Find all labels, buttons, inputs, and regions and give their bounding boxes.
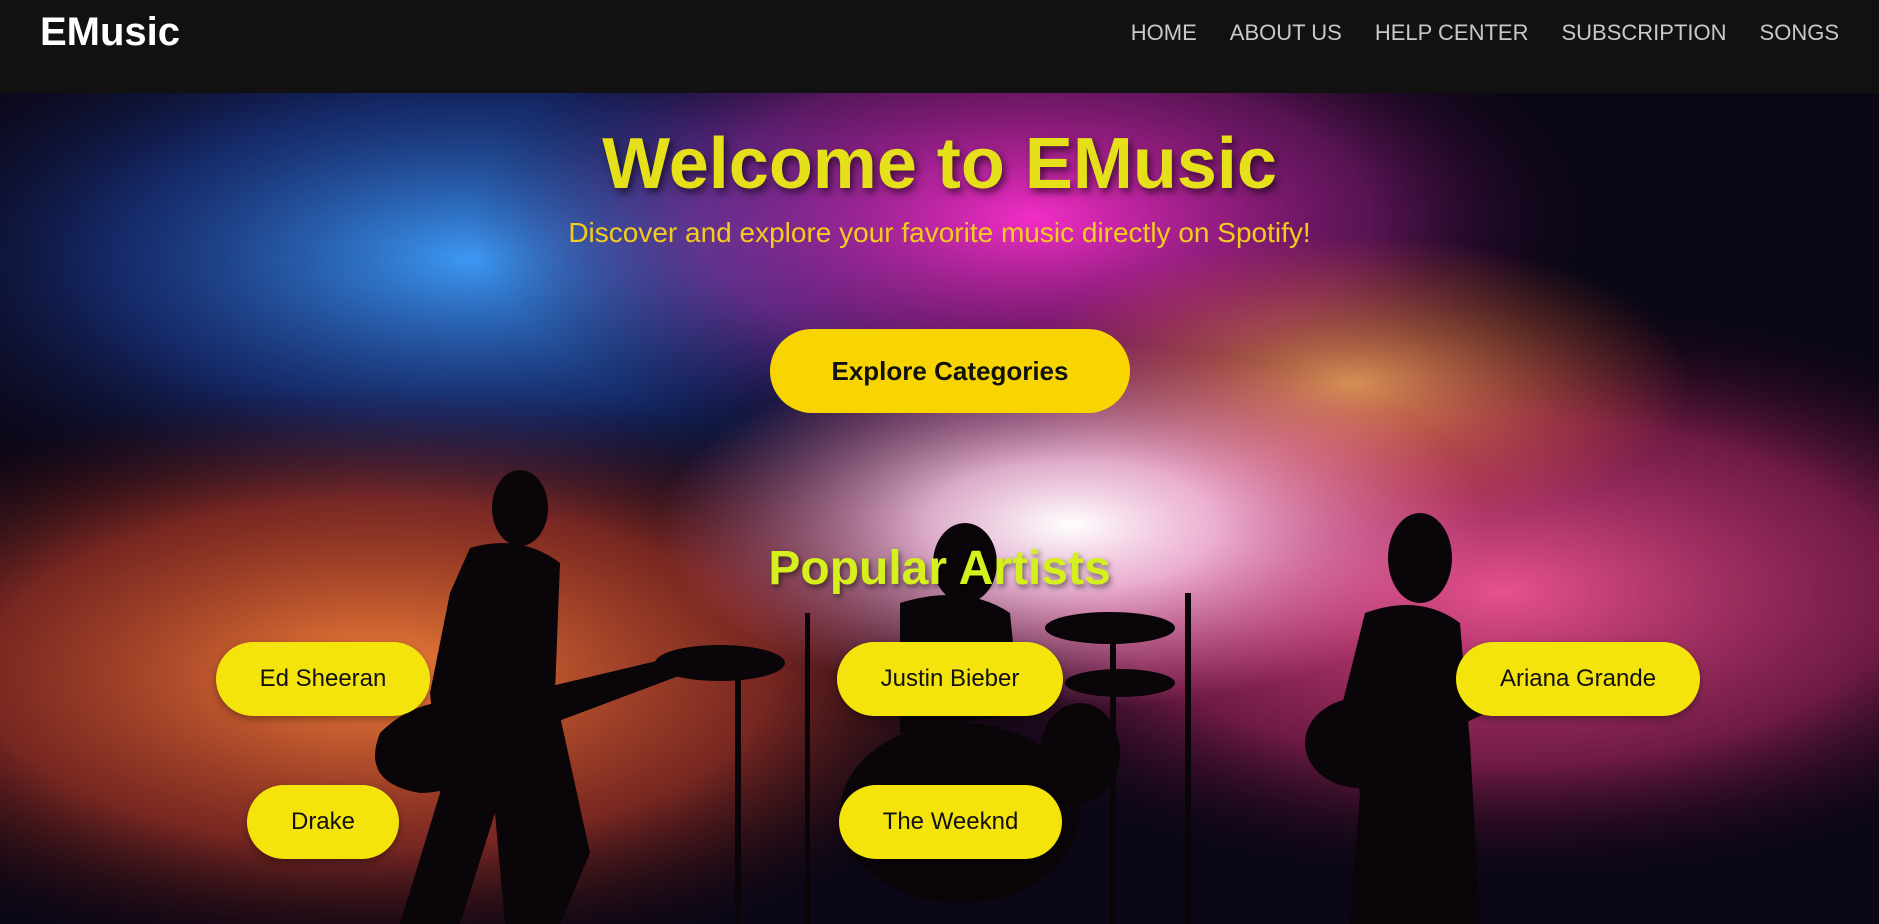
- artist-ariana-grande-button[interactable]: Ariana Grande: [1456, 642, 1700, 716]
- hero-title: Welcome to EMusic: [602, 124, 1277, 204]
- brand-logo[interactable]: EMusic: [40, 10, 180, 55]
- nav-menu: HOME ABOUT US HELP CENTER SUBSCRIPTION S…: [1131, 20, 1839, 46]
- artist-justin-bieber-button[interactable]: Justin Bieber: [837, 642, 1063, 716]
- nav-about-link[interactable]: ABOUT US: [1230, 20, 1342, 46]
- nav-help-center-link[interactable]: HELP CENTER: [1375, 20, 1529, 46]
- nav-songs-link[interactable]: SONGS: [1760, 20, 1839, 46]
- nav-home-link[interactable]: HOME: [1131, 20, 1197, 46]
- artist-drake-button[interactable]: Drake: [247, 785, 399, 859]
- artist-the-weeknd-button[interactable]: The Weeknd: [839, 785, 1062, 859]
- nav-subscription-link[interactable]: SUBSCRIPTION: [1562, 20, 1727, 46]
- hero-subtitle: Discover and explore your favorite music…: [568, 217, 1311, 248]
- artist-ed-sheeran-button[interactable]: Ed Sheeran: [216, 642, 430, 716]
- popular-artists-heading: Popular Artists: [768, 542, 1111, 595]
- top-navbar: EMusic HOME ABOUT US HELP CENTER SUBSCRI…: [0, 0, 1879, 93]
- explore-categories-button[interactable]: Explore Categories: [770, 329, 1130, 413]
- hero-section: Welcome to EMusic Discover and explore y…: [0, 93, 1879, 924]
